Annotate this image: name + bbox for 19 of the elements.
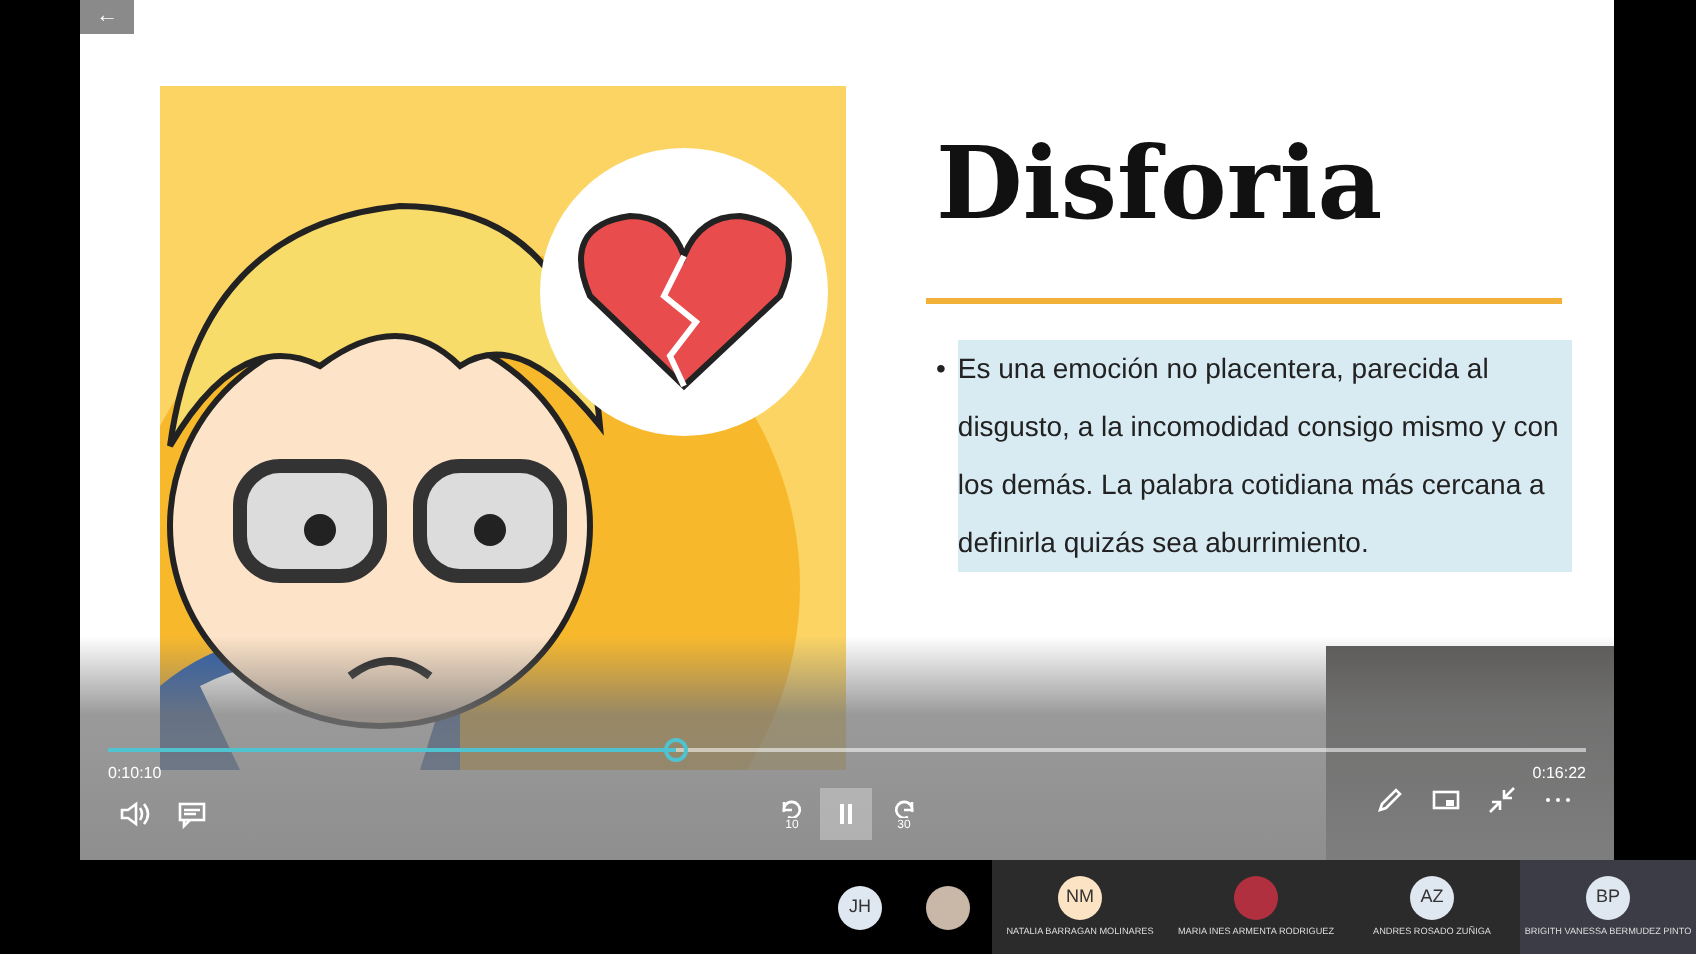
captions-icon xyxy=(176,798,208,830)
avatar-initials: AZ xyxy=(1410,875,1454,920)
avatar-photo-placeholder xyxy=(1234,875,1278,920)
avatar-initials: NM xyxy=(1058,875,1102,920)
progress-thumb[interactable] xyxy=(663,738,688,762)
elapsed-time: 0:10:10 xyxy=(108,762,162,786)
slide-title: Disforia xyxy=(936,124,1383,244)
collapse-icon xyxy=(1486,784,1518,816)
forward-icon xyxy=(892,797,916,817)
avatar-initials[interactable]: JH xyxy=(838,885,882,929)
bullet-text: Es una emoción no placentera, parecida al disgusto, a la incomodidad consigo mismo y con los demás. La palabra cotidiana más cercana a definirla quizás sea aburrimiento. xyxy=(957,340,1572,572)
avatar-initials: BP xyxy=(1586,875,1630,920)
avatar-photo-placeholder[interactable] xyxy=(926,885,970,929)
bullet-icon: • xyxy=(936,340,946,398)
volume-icon xyxy=(118,798,150,830)
pen-icon xyxy=(1374,784,1406,816)
duration-time: 0:16:22 xyxy=(1532,762,1586,786)
rewind-icon xyxy=(780,797,804,817)
pause-button[interactable] xyxy=(820,788,872,840)
